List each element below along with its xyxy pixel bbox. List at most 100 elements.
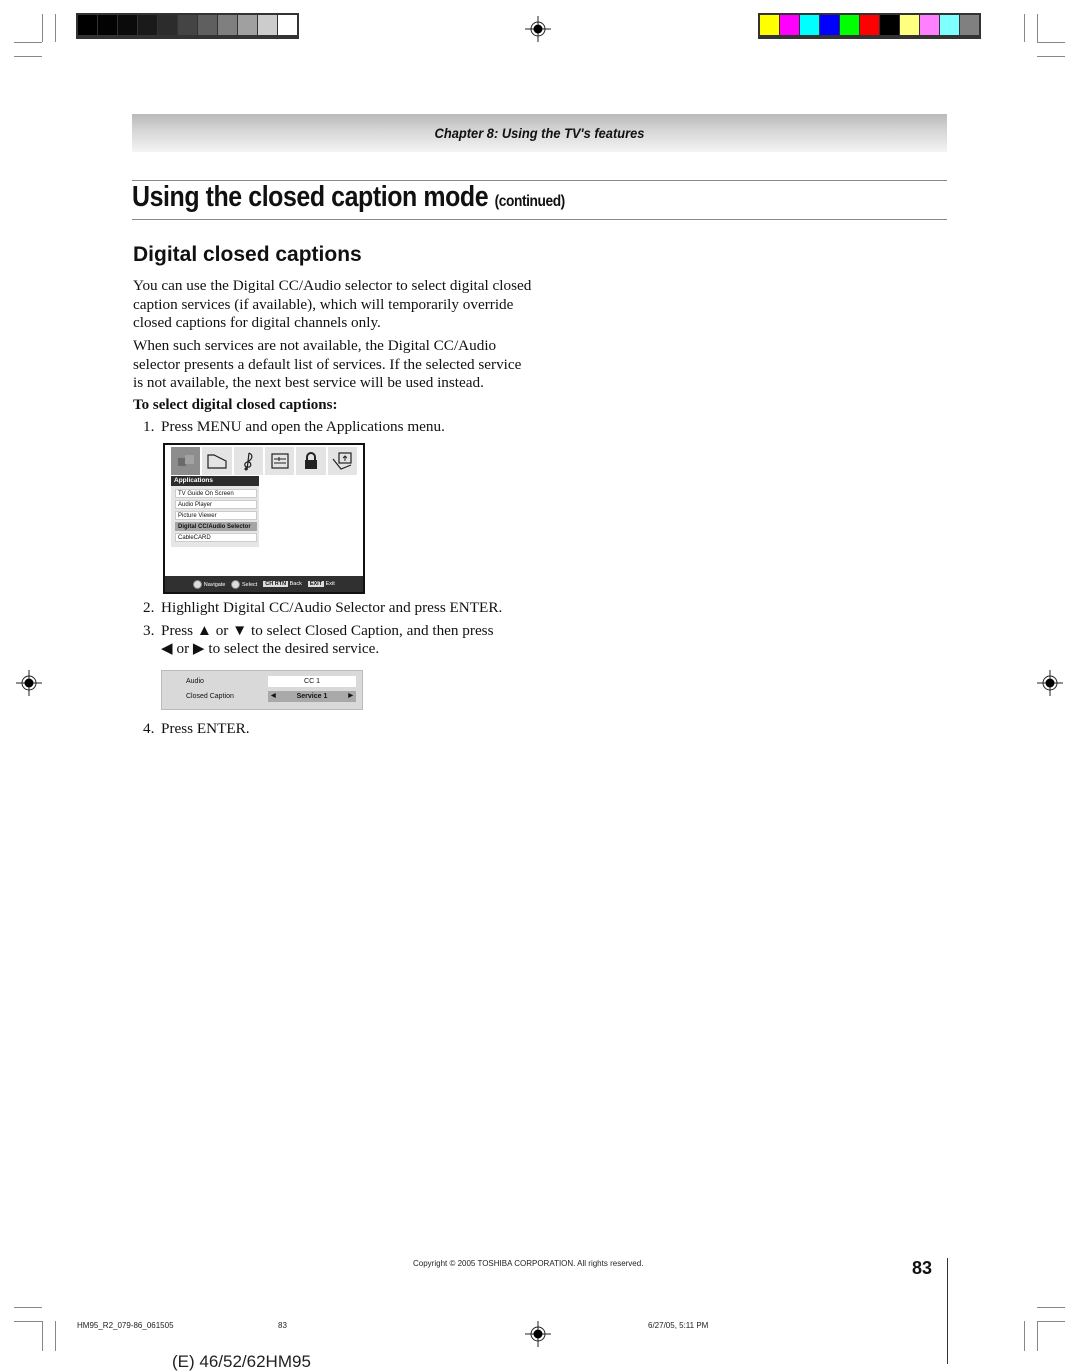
color-swatch bbox=[760, 15, 779, 35]
crop-mark bbox=[1037, 1307, 1065, 1308]
menu-item[interactable]: Picture Viewer bbox=[175, 511, 257, 520]
menu-icon-bar bbox=[171, 447, 357, 475]
ch-rtn-key: CH RTN bbox=[263, 581, 289, 587]
crop-mark bbox=[1037, 1321, 1038, 1351]
left-arrow-icon[interactable]: ◀ bbox=[271, 691, 276, 702]
step-text: Press ENTER. bbox=[161, 720, 250, 737]
step-item-continued: ◀ or ▶ to select the desired service. bbox=[143, 640, 379, 659]
setup-icon bbox=[264, 447, 295, 475]
color-swatch bbox=[118, 15, 137, 35]
color-swatch bbox=[860, 15, 879, 35]
registration-target-icon bbox=[525, 16, 551, 42]
step-text: Press ▲ or ▼ to select Closed Caption, a… bbox=[161, 622, 494, 639]
applications-icon bbox=[171, 447, 201, 475]
back-hint: CH RTN Back bbox=[263, 581, 302, 587]
page-number: 83 bbox=[912, 1258, 933, 1278]
lock-icon bbox=[296, 447, 326, 475]
crop-mark bbox=[14, 56, 42, 57]
crop-mark bbox=[14, 42, 42, 43]
slug-filename: HM95_R2_079-86_061505 bbox=[77, 1321, 174, 1330]
chapter-header: Chapter 8: Using the TV's features bbox=[132, 114, 947, 152]
step-item: 4. Press ENTER. bbox=[143, 720, 250, 739]
crop-mark bbox=[55, 14, 56, 42]
page-title-text: Using the closed caption mode bbox=[132, 181, 489, 213]
exit-key: EXIT bbox=[307, 581, 325, 587]
crop-mark bbox=[1037, 14, 1038, 42]
menu-footer-legend: Navigate Select CH RTN Back EXIT Exit bbox=[165, 576, 363, 592]
back-label: Back bbox=[289, 581, 302, 587]
color-swatch bbox=[780, 15, 799, 35]
color-swatch bbox=[900, 15, 919, 35]
applications-menu-screenshot: Applications TV Guide On Screen Audio Pl… bbox=[163, 443, 365, 594]
copyright: Copyright © 2005 TOSHIBA CORPORATION. Al… bbox=[413, 1259, 644, 1268]
color-swatch bbox=[940, 15, 959, 35]
crop-mark bbox=[1037, 42, 1065, 43]
select-icon bbox=[231, 579, 241, 589]
select-hint: Select bbox=[231, 579, 258, 589]
color-swatch bbox=[218, 15, 237, 35]
menu-item[interactable]: Audio Player bbox=[175, 500, 257, 509]
step-text: Highlight Digital CC/Audio Selector and … bbox=[161, 599, 503, 616]
crop-mark bbox=[14, 1321, 42, 1322]
crop-mark bbox=[55, 1321, 56, 1351]
color-swatch bbox=[820, 15, 839, 35]
menu-item[interactable]: CableCARD bbox=[175, 533, 257, 542]
color-calibration-bar bbox=[758, 13, 981, 39]
step-item: 3. Press ▲ or ▼ to select Closed Caption,… bbox=[143, 622, 494, 641]
crop-mark bbox=[42, 1321, 43, 1351]
color-swatch bbox=[138, 15, 157, 35]
step-number: 2. bbox=[143, 599, 155, 616]
cc-selector-screenshot: Audio CC 1 Closed Caption ◀ Service 1 ▶ bbox=[161, 670, 363, 710]
step-text: ◀ or ▶ to select the desired service. bbox=[161, 640, 380, 657]
menu-item-selected[interactable]: Digital CC/Audio Selector bbox=[175, 522, 257, 531]
color-swatch bbox=[78, 15, 97, 35]
color-swatch bbox=[158, 15, 177, 35]
registration-target-icon bbox=[525, 1321, 551, 1347]
procedure-heading: To select digital closed captions: bbox=[133, 397, 338, 413]
title-rule-bottom bbox=[132, 219, 947, 220]
color-swatch bbox=[98, 15, 117, 35]
crop-mark bbox=[1037, 56, 1065, 57]
slug-page: 83 bbox=[278, 1321, 287, 1330]
navigate-label: Navigate bbox=[203, 581, 226, 588]
paragraph: You can use the Digital CC/Audio selecto… bbox=[133, 277, 532, 331]
grayscale-calibration-bar bbox=[76, 13, 299, 39]
color-swatch bbox=[920, 15, 939, 35]
crop-mark bbox=[1037, 1321, 1065, 1322]
panel-title: Applications bbox=[171, 476, 259, 486]
preferences-icon bbox=[327, 447, 357, 475]
color-swatch bbox=[198, 15, 217, 35]
color-swatch bbox=[178, 15, 197, 35]
picture-icon bbox=[202, 447, 232, 475]
step-number: 4. bbox=[143, 720, 155, 737]
color-swatch bbox=[840, 15, 859, 35]
page-title: Using the closed caption mode (continued… bbox=[132, 181, 565, 214]
exit-hint: EXIT Exit bbox=[307, 581, 335, 587]
step-item: 2. Highlight Digital CC/Audio Selector an… bbox=[143, 599, 502, 618]
color-swatch bbox=[880, 15, 899, 35]
menu-item[interactable]: TV Guide On Screen bbox=[175, 489, 257, 498]
registration-target-icon bbox=[1037, 670, 1063, 696]
step-number: 1. bbox=[143, 418, 155, 435]
step-number: 3. bbox=[143, 622, 155, 639]
audio-label: Audio bbox=[186, 678, 204, 685]
service-value: Service 1 bbox=[296, 693, 328, 700]
navigate-icon bbox=[193, 579, 203, 589]
exit-label: Exit bbox=[325, 581, 335, 587]
model-number: (E) 46/52/62HM95 bbox=[172, 1352, 311, 1371]
audio-icon bbox=[233, 447, 263, 475]
color-swatch bbox=[800, 15, 819, 35]
closed-caption-value[interactable]: ◀ Service 1 ▶ bbox=[268, 691, 356, 702]
color-swatch bbox=[278, 15, 297, 35]
chapter-title: Chapter 8: Using the TV's features bbox=[434, 125, 645, 141]
registration-target-icon bbox=[16, 670, 42, 696]
color-swatch bbox=[258, 15, 277, 35]
select-label: Select bbox=[242, 581, 258, 588]
crop-mark bbox=[42, 14, 43, 42]
crop-mark bbox=[1024, 14, 1025, 42]
applications-panel: Applications TV Guide On Screen Audio Pl… bbox=[171, 476, 259, 547]
section-heading: Digital closed captions bbox=[133, 243, 362, 266]
closed-caption-label: Closed Caption bbox=[186, 693, 234, 700]
right-arrow-icon[interactable]: ▶ bbox=[348, 691, 353, 702]
audio-value[interactable]: CC 1 bbox=[268, 676, 356, 687]
